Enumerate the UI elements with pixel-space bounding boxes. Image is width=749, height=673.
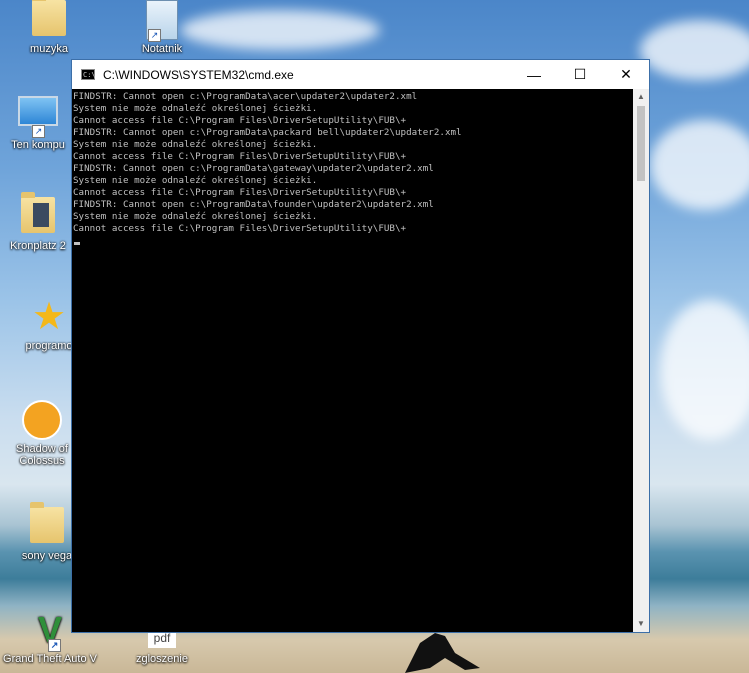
close-button[interactable]: ✕ (603, 60, 649, 89)
desktop-icon-label: zgloszenie (136, 653, 188, 665)
console-line: System nie może odnaleźć określonej ście… (73, 211, 318, 222)
star-icon: ★ (31, 296, 67, 338)
photo-folder-icon (21, 192, 55, 233)
sheep-game-icon (22, 400, 62, 440)
scroll-down-arrow-icon[interactable]: ▼ (633, 616, 649, 632)
console-line: System nie może odnaleźć określonej ście… (73, 103, 318, 114)
cmd-icon: C:\ (81, 69, 96, 80)
desktop-icon-label: sony vega (21, 550, 73, 562)
computer-icon: ↗ (18, 96, 58, 138)
desktop-icon-zgloszenie[interactable]: pdf zgloszenie (124, 628, 200, 665)
console-line: System nie może odnaleźć określonej ście… (73, 175, 318, 186)
desktop-icon-muzyka[interactable]: muzyka (11, 0, 87, 55)
console-line: Cannot access file C:\Program Files\Driv… (73, 223, 407, 234)
scroll-up-arrow-icon[interactable]: ▲ (633, 89, 649, 105)
title-bar[interactable]: C:\ C:\WINDOWS\SYSTEM32\cmd.exe — ☐ ✕ (72, 60, 649, 89)
console-line: FINDSTR: Cannot open c:\ProgramData\pack… (73, 127, 462, 138)
desktop-icon-label: Shadow of (16, 443, 68, 455)
runner-silhouette (405, 633, 480, 673)
console-line: FINDSTR: Cannot open c:\ProgramData\gate… (73, 163, 434, 174)
wallpaper-cloud (660, 300, 749, 440)
cmd-window[interactable]: C:\ C:\WINDOWS\SYSTEM32\cmd.exe — ☐ ✕ FI… (71, 59, 650, 633)
desktop-icon-shadow-of-colossus[interactable]: Shadow of Colossus (4, 400, 80, 467)
desktop-icon-label-line2: Colossus (19, 455, 65, 467)
folder-icon (30, 502, 64, 543)
music-folder-icon (32, 0, 66, 36)
gta-icon: V ↗ (37, 609, 62, 652)
maximize-button[interactable]: ☐ (557, 60, 603, 89)
wallpaper-cloud (640, 20, 749, 80)
desktop-icon-ten-komputer[interactable]: ↗ Ten kompu (0, 92, 76, 151)
scrollbar-thumb[interactable] (637, 106, 645, 181)
minimize-button[interactable]: — (511, 60, 557, 89)
notepad-icon: ↗ (142, 0, 182, 42)
desktop-icon-notatnik[interactable]: ↗ Notatnik (124, 0, 200, 55)
window-title: C:\WINDOWS\SYSTEM32\cmd.exe (103, 67, 294, 82)
text-cursor (74, 242, 80, 245)
console-output[interactable]: FINDSTR: Cannot open c:\ProgramData\acer… (72, 89, 633, 632)
console-line: System nie może odnaleźć określonej ście… (73, 139, 318, 150)
desktop-icon-kronplatz[interactable]: Kronplatz 2 (0, 192, 76, 252)
vertical-scrollbar[interactable]: ▲ ▼ (633, 89, 649, 632)
desktop-icon-label: muzyka (30, 43, 68, 55)
console-line: Cannot access file C:\Program Files\Driv… (73, 187, 407, 198)
desktop-icon-label: Grand Theft Auto V (3, 653, 97, 665)
desktop-icon-label: Ten kompu (11, 139, 65, 151)
wallpaper-cloud (650, 120, 749, 210)
desktop-icon-label: programo (25, 340, 73, 352)
console-line: Cannot access file C:\Program Files\Driv… (73, 151, 407, 162)
desktop-icon-label: Kronplatz 2 (10, 240, 66, 252)
console-line: FINDSTR: Cannot open c:\ProgramData\foun… (73, 199, 434, 210)
console-line: FINDSTR: Cannot open c:\ProgramData\acer… (73, 91, 418, 102)
desktop-icon-label: Notatnik (141, 43, 183, 55)
console-line: Cannot access file C:\Program Files\Driv… (73, 115, 407, 126)
wallpaper-cloud (180, 10, 380, 50)
